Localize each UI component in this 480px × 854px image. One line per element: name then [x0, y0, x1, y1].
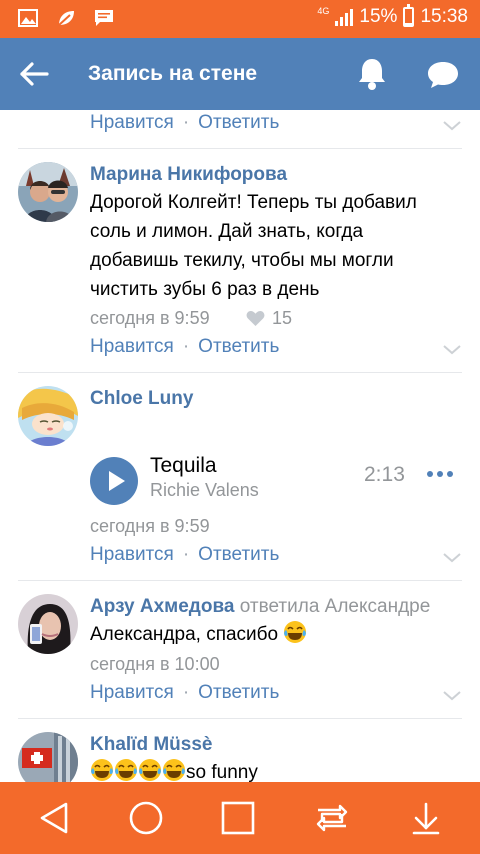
- clock: 15:38: [420, 6, 468, 27]
- avatar[interactable]: [18, 594, 78, 654]
- notification-icons: [18, 8, 114, 28]
- separator-dot: ·: [182, 544, 190, 565]
- comment-author[interactable]: Chloe Luny: [90, 388, 193, 410]
- comment-text-line: so funny: [186, 762, 258, 782]
- more-dots-icon[interactable]: [426, 466, 454, 482]
- download-icon[interactable]: [408, 800, 444, 836]
- separator-dot: ·: [182, 112, 190, 133]
- battery-icon: [403, 4, 415, 27]
- reply-link[interactable]: Ответить: [198, 682, 279, 704]
- comment-author[interactable]: Khalïd Müssè: [90, 734, 212, 756]
- chevron-down-icon[interactable]: [442, 120, 462, 132]
- battery-percent: 15%: [359, 6, 398, 27]
- network-type: 4G: [317, 5, 330, 16]
- status-bar: 4G 15% 15:38: [0, 0, 480, 38]
- comment-actions: Нравится · Ответить: [90, 682, 279, 704]
- chevron-down-icon[interactable]: [442, 552, 462, 564]
- laughing-emoji-icon: [284, 621, 307, 643]
- bell-icon[interactable]: [356, 56, 388, 92]
- comments-list[interactable]: Нравится · Ответить Марина Никифорова До…: [0, 110, 480, 782]
- comment-text-line: добавишь текилу, чтобы мы могли: [90, 250, 394, 271]
- comment-actions: Нравится · Ответить: [90, 544, 279, 566]
- page-title: Запись на стене: [88, 62, 258, 85]
- comment-actions: Нравится · Ответить: [90, 336, 279, 358]
- reply-link[interactable]: Ответить: [198, 336, 279, 358]
- comment-text-line: Дорогой Колгейт! Теперь ты добавил: [90, 192, 417, 213]
- avatar[interactable]: [18, 386, 78, 446]
- divider: [18, 148, 462, 149]
- audio-title[interactable]: Tequila: [150, 454, 217, 478]
- like-link[interactable]: Нравится: [90, 112, 174, 134]
- app-header: Запись на стене: [0, 38, 480, 110]
- audio-duration: 2:13: [364, 463, 405, 486]
- audio-artist[interactable]: Richie Valens: [150, 480, 259, 501]
- play-icon: [109, 471, 125, 491]
- avatar[interactable]: [18, 732, 78, 782]
- home-circle-icon[interactable]: [128, 800, 164, 836]
- heart-icon: [246, 310, 265, 327]
- comment-author[interactable]: Марина Никифорова: [90, 164, 287, 186]
- laughing-emoji-icon: [115, 759, 137, 781]
- comment-text-line: Александра, спасибо: [90, 624, 279, 645]
- back-triangle-icon[interactable]: [36, 800, 72, 836]
- separator-dot: ·: [182, 336, 190, 357]
- divider: [18, 580, 462, 581]
- chat-bubble-icon[interactable]: [426, 60, 460, 90]
- signal-icon: [335, 8, 354, 26]
- likes-count: 15: [272, 308, 293, 328]
- system-nav-bar: [0, 782, 480, 854]
- laughing-emoji-icon: [163, 759, 185, 781]
- avatar[interactable]: [18, 162, 78, 222]
- comment-text-line: соль и лимон. Дай знать, когда: [90, 221, 364, 242]
- like-counter[interactable]: 15: [246, 308, 292, 329]
- divider: [18, 372, 462, 373]
- author-name[interactable]: Арзу Ахмедова: [90, 596, 234, 617]
- back-arrow-icon[interactable]: [18, 60, 50, 88]
- leaf-app-icon: [58, 11, 74, 26]
- comment-text: Александра, спасибо: [90, 620, 307, 649]
- laughing-emoji-icon: [91, 759, 113, 781]
- laughing-emoji-icon: [139, 759, 161, 781]
- comment-text: so funny: [90, 758, 258, 782]
- comment-time: сегодня в 10:00: [90, 654, 220, 674]
- like-link[interactable]: Нравится: [90, 682, 174, 704]
- reply-link[interactable]: Ответить: [198, 544, 279, 566]
- like-link[interactable]: Нравится: [90, 544, 174, 566]
- emoji-row: [90, 759, 186, 782]
- comment-time: сегодня в 9:59: [90, 516, 210, 536]
- gallery-icon: [18, 9, 38, 27]
- recents-square-icon[interactable]: [220, 800, 256, 836]
- chevron-down-icon[interactable]: [442, 344, 462, 356]
- system-status: 4G 15% 15:38: [317, 4, 468, 28]
- comment-text-line: чистить зубы 6 раз в день: [90, 279, 320, 300]
- comment-time: сегодня в 9:59: [90, 308, 210, 328]
- separator-dot: ·: [182, 682, 190, 703]
- chevron-down-icon[interactable]: [442, 690, 462, 702]
- comment-author[interactable]: Арзу Ахмедова ответила Александре: [90, 596, 430, 618]
- comment-actions: Нравится · Ответить: [90, 112, 279, 134]
- divider: [18, 718, 462, 719]
- reply-link[interactable]: Ответить: [198, 112, 279, 134]
- message-icon: [95, 10, 113, 26]
- reply-target[interactable]: ответила Александре: [240, 596, 431, 617]
- switch-icon[interactable]: [314, 800, 350, 836]
- audio-play-button[interactable]: [90, 457, 138, 505]
- like-link[interactable]: Нравится: [90, 336, 174, 358]
